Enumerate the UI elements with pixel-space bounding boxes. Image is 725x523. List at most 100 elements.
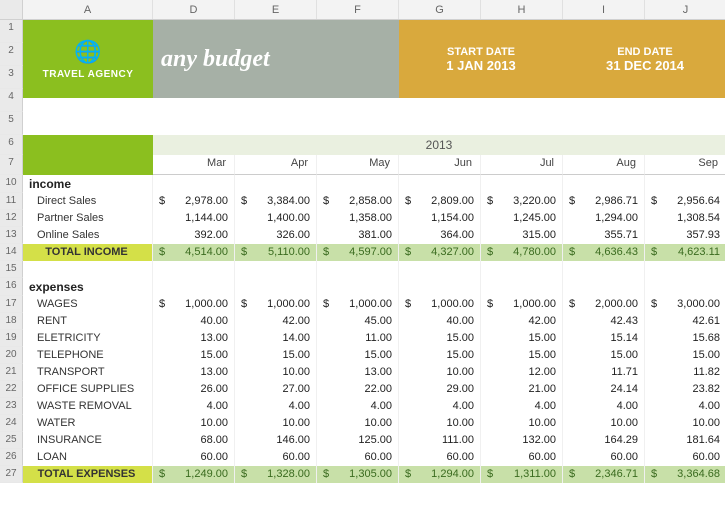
data-cell[interactable]: 1,400.00	[235, 210, 317, 227]
col-header-F[interactable]: F	[317, 0, 399, 19]
row-header-7[interactable]: 7	[0, 155, 23, 175]
row-label[interactable]: Partner Sales	[23, 210, 153, 227]
data-cell[interactable]: $1,000.00	[153, 296, 235, 313]
total-income-cell[interactable]: $4,623.11	[645, 244, 725, 261]
total-expenses-cell[interactable]: $1,249.00	[153, 466, 235, 483]
data-cell[interactable]: 60.00	[645, 449, 725, 466]
data-cell[interactable]: 15.00	[399, 330, 481, 347]
month-header[interactable]: Mar	[153, 155, 235, 175]
total-expenses-cell[interactable]: $3,364.68	[645, 466, 725, 483]
data-cell[interactable]: 11.82	[645, 364, 725, 381]
data-cell[interactable]: 68.00	[153, 432, 235, 449]
data-cell[interactable]: 60.00	[235, 449, 317, 466]
row-header[interactable]: 10	[0, 175, 23, 193]
row-header[interactable]: 12	[0, 210, 23, 227]
data-cell[interactable]: 13.00	[153, 364, 235, 381]
row-label[interactable]: Online Sales	[23, 227, 153, 244]
data-cell[interactable]: 10.00	[563, 415, 645, 432]
row-header[interactable]: 22	[0, 381, 23, 398]
data-cell[interactable]: $2,956.64	[645, 193, 725, 210]
row-header[interactable]: 19	[0, 330, 23, 347]
total-expenses-cell[interactable]: $2,346.71	[563, 466, 645, 483]
data-cell[interactable]: $2,000.00	[563, 296, 645, 313]
data-cell[interactable]: 15.14	[563, 330, 645, 347]
data-cell[interactable]: 315.00	[481, 227, 563, 244]
total-income-cell[interactable]: $4,514.00	[153, 244, 235, 261]
data-cell[interactable]: $1,000.00	[481, 296, 563, 313]
data-cell[interactable]: 40.00	[399, 313, 481, 330]
row-header[interactable]: 16	[0, 278, 23, 296]
data-cell[interactable]: 60.00	[563, 449, 645, 466]
data-cell[interactable]: 1,245.00	[481, 210, 563, 227]
row-header[interactable]: 26	[0, 449, 23, 466]
row-header[interactable]: 11	[0, 193, 23, 210]
data-cell[interactable]: 1,308.54	[645, 210, 725, 227]
col-header-G[interactable]: G	[399, 0, 481, 19]
row-header[interactable]: 15	[0, 261, 23, 278]
row-header[interactable]: 25	[0, 432, 23, 449]
data-cell[interactable]: 10.00	[235, 364, 317, 381]
data-cell[interactable]: 164.29	[563, 432, 645, 449]
data-cell[interactable]: $1,000.00	[317, 296, 399, 313]
row-label[interactable]: OFFICE SUPPLIES	[23, 381, 153, 398]
data-cell[interactable]: 15.00	[399, 347, 481, 364]
data-cell[interactable]: 11.71	[563, 364, 645, 381]
col-header-I[interactable]: I	[563, 0, 645, 19]
data-cell[interactable]: 22.00	[317, 381, 399, 398]
data-cell[interactable]: 381.00	[317, 227, 399, 244]
data-cell[interactable]: 125.00	[317, 432, 399, 449]
row-header[interactable]: 27	[0, 466, 23, 483]
data-cell[interactable]: 132.00	[481, 432, 563, 449]
data-cell[interactable]: 4.00	[317, 398, 399, 415]
data-cell[interactable]: 15.68	[645, 330, 725, 347]
data-cell[interactable]: 45.00	[317, 313, 399, 330]
row-label[interactable]: WASTE REMOVAL	[23, 398, 153, 415]
data-cell[interactable]: 15.00	[645, 347, 725, 364]
month-header[interactable]: Jul	[481, 155, 563, 175]
data-cell[interactable]: 23.82	[645, 381, 725, 398]
total-expenses-cell[interactable]: $1,305.00	[317, 466, 399, 483]
row-header[interactable]: 18	[0, 313, 23, 330]
data-cell[interactable]: $3,000.00	[645, 296, 725, 313]
row-label[interactable]: Direct Sales	[23, 193, 153, 210]
col-header-E[interactable]: E	[235, 0, 317, 19]
month-header[interactable]: Aug	[563, 155, 645, 175]
total-income-cell[interactable]: $5,110.00	[235, 244, 317, 261]
data-cell[interactable]: 392.00	[153, 227, 235, 244]
month-header[interactable]: Sep	[645, 155, 725, 175]
data-cell[interactable]: 10.00	[645, 415, 725, 432]
col-header-H[interactable]: H	[481, 0, 563, 19]
data-cell[interactable]: 60.00	[481, 449, 563, 466]
total-income-label[interactable]: TOTAL INCOME	[23, 244, 153, 261]
data-cell[interactable]: 42.61	[645, 313, 725, 330]
data-cell[interactable]: 146.00	[235, 432, 317, 449]
data-cell[interactable]: 10.00	[399, 415, 481, 432]
data-cell[interactable]: 10.00	[399, 364, 481, 381]
data-cell[interactable]: 10.00	[153, 415, 235, 432]
data-cell[interactable]: 15.00	[235, 347, 317, 364]
total-income-cell[interactable]: $4,327.00	[399, 244, 481, 261]
data-cell[interactable]: $1,000.00	[235, 296, 317, 313]
data-cell[interactable]: 60.00	[399, 449, 481, 466]
data-cell[interactable]: 4.00	[153, 398, 235, 415]
row-label[interactable]: INSURANCE	[23, 432, 153, 449]
data-cell[interactable]: 42.00	[235, 313, 317, 330]
data-cell[interactable]: 1,294.00	[563, 210, 645, 227]
total-expenses-cell[interactable]: $1,328.00	[235, 466, 317, 483]
data-cell[interactable]: 15.00	[317, 347, 399, 364]
data-cell[interactable]: 1,144.00	[153, 210, 235, 227]
row-header[interactable]: 21	[0, 364, 23, 381]
total-expenses-cell[interactable]: $1,294.00	[399, 466, 481, 483]
data-cell[interactable]: 4.00	[645, 398, 725, 415]
data-cell[interactable]: 42.00	[481, 313, 563, 330]
data-cell[interactable]: 4.00	[563, 398, 645, 415]
data-cell[interactable]: $2,978.00	[153, 193, 235, 210]
data-cell[interactable]: 4.00	[399, 398, 481, 415]
data-cell[interactable]: 21.00	[481, 381, 563, 398]
total-expenses-label[interactable]: TOTAL EXPENSES	[23, 466, 153, 483]
row-label[interactable]: WATER	[23, 415, 153, 432]
col-header-J[interactable]: J	[645, 0, 725, 19]
data-cell[interactable]: $3,220.00	[481, 193, 563, 210]
data-cell[interactable]: 60.00	[317, 449, 399, 466]
row-header-5[interactable]: 5	[0, 112, 23, 135]
